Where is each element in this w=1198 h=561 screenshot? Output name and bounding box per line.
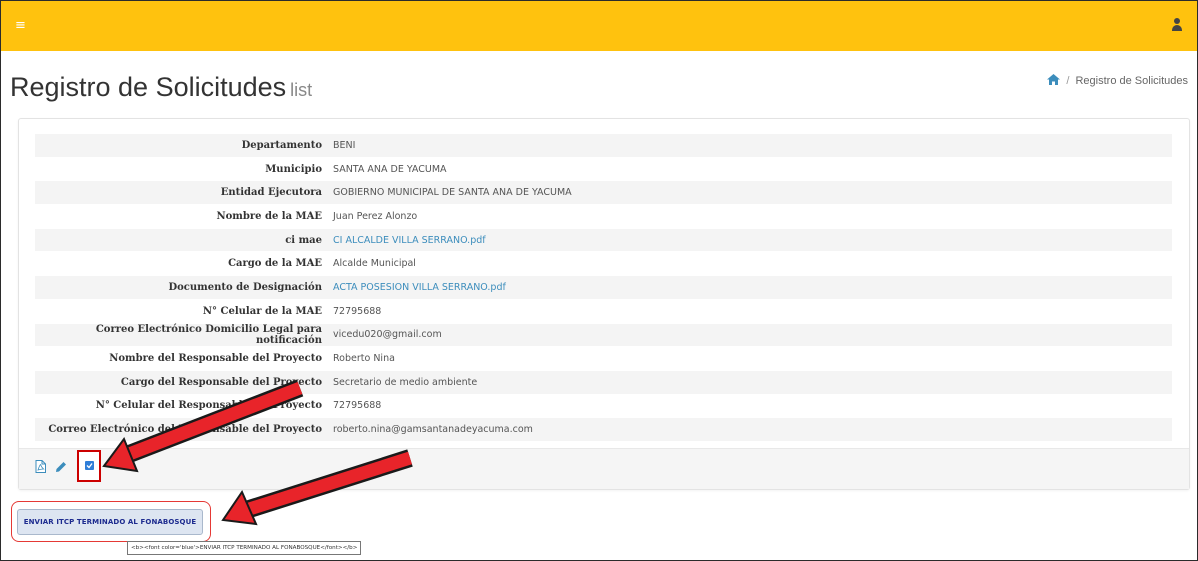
detail-label: Nombre de la MAE xyxy=(216,210,322,222)
detail-label: Entidad Ejecutora xyxy=(35,180,333,205)
page-title-text: Registro de Solicitudes xyxy=(10,72,287,102)
detail-value: Roberto Nina xyxy=(333,353,395,365)
detail-row: Nombre de la MAE Juan Perez Alonzo xyxy=(35,205,1172,229)
page-title: Registro de Solicitudes list xyxy=(10,72,312,103)
detail-row: N° Celular del Responsable del Proyecto 7… xyxy=(35,394,1172,418)
detail-row: Nombre del Responsable del Proyecto Rober… xyxy=(35,347,1172,371)
detail-label: Nombre del Responsable del Proyecto xyxy=(109,353,322,365)
detail-row: ci mae CI ALCALDE VILLA SERRANO.pdf xyxy=(35,228,1172,252)
detail-value: vicedu020@gmail.com xyxy=(333,323,1172,347)
detail-row: Cargo de la MAE Alcalde Municipal xyxy=(35,252,1172,276)
checkbox-icon[interactable] xyxy=(85,461,94,470)
home-icon[interactable] xyxy=(1047,73,1061,88)
breadcrumb-current: Registro de Solicitudes xyxy=(1075,74,1188,87)
detail-value-cell: CI ALCALDE VILLA SERRANO.pdf xyxy=(333,228,1172,252)
checkbox-highlight-box xyxy=(77,450,101,482)
top-navbar: ≡ xyxy=(1,1,1197,51)
detail-row: Documento de Designación ACTA POSESION VI… xyxy=(35,275,1172,300)
panel-footer xyxy=(19,448,1189,489)
detail-value: Alcalde Municipal xyxy=(333,258,416,270)
hamburger-icon[interactable]: ≡ xyxy=(15,18,26,34)
detail-label: Cargo del Responsable del Proyecto xyxy=(35,370,333,395)
detail-row: Correo Electrónico Domicilio Legal para … xyxy=(35,323,1172,347)
detail-row: N° Celular de la MAE 72795688 xyxy=(35,299,1172,323)
pencil-icon[interactable] xyxy=(55,458,67,472)
detail-value: BENI xyxy=(333,134,1172,158)
detail-row: Departamento BENI xyxy=(35,134,1172,158)
detail-row: Municipio SANTA ANA DE YACUMA xyxy=(35,157,1172,181)
pdf-icon[interactable] xyxy=(35,458,46,473)
detail-file-link[interactable]: ACTA POSESION VILLA SERRANO.pdf xyxy=(333,282,506,293)
details-panel: Departamento BENI Municipio SANTA ANA DE YA… xyxy=(18,118,1190,490)
detail-label: Cargo de la MAE xyxy=(228,258,322,270)
send-itcp-button[interactable]: ENVIAR ITCP TERMINADO AL FONABOSQUE xyxy=(17,509,203,535)
detail-value: GOBIERNO MUNICIPAL DE SANTA ANA DE YACUM… xyxy=(333,180,1172,205)
detail-row: Correo Electrónico del Responsable del P… xyxy=(35,417,1172,442)
detail-label: N° Celular del Responsable del Proyecto xyxy=(95,400,322,412)
detail-value: Juan Perez Alonzo xyxy=(333,210,418,222)
detail-value-cell: ACTA POSESION VILLA SERRANO.pdf xyxy=(333,275,1172,300)
detail-value: 72795688 xyxy=(333,305,382,317)
detail-label: ci mae xyxy=(35,228,333,252)
page-subtitle: list xyxy=(290,80,313,100)
detail-value: SANTA ANA DE YACUMA xyxy=(333,163,447,175)
detail-label: Municipio xyxy=(265,163,322,175)
breadcrumb: / Registro de Solicitudes xyxy=(1047,73,1188,88)
detail-label: Correo Electrónico del Responsable del P… xyxy=(35,417,333,442)
detail-label: Correo Electrónico Domicilio Legal para … xyxy=(35,323,333,347)
detail-value: roberto.nina@gamsantanadeyacuma.com xyxy=(333,417,1172,442)
detail-file-link[interactable]: CI ALCALDE VILLA SERRANO.pdf xyxy=(333,235,486,246)
detail-row: Entidad Ejecutora GOBIERNO MUNICIPAL DE S… xyxy=(35,180,1172,205)
button-tooltip: <b><font color='blue'>ENVIAR ITCP TERMIN… xyxy=(127,541,362,555)
detail-value: Secretario de medio ambiente xyxy=(333,370,1172,395)
detail-label: N° Celular de la MAE xyxy=(202,305,322,317)
detail-label: Documento de Designación xyxy=(35,275,333,300)
detail-row: Cargo del Responsable del Proyecto Secret… xyxy=(35,370,1172,395)
user-icon[interactable] xyxy=(1171,18,1183,32)
detail-label: Departamento xyxy=(35,134,333,158)
detail-value: 72795688 xyxy=(333,400,382,412)
details-table: Departamento BENI Municipio SANTA ANA DE YA… xyxy=(35,134,1172,442)
